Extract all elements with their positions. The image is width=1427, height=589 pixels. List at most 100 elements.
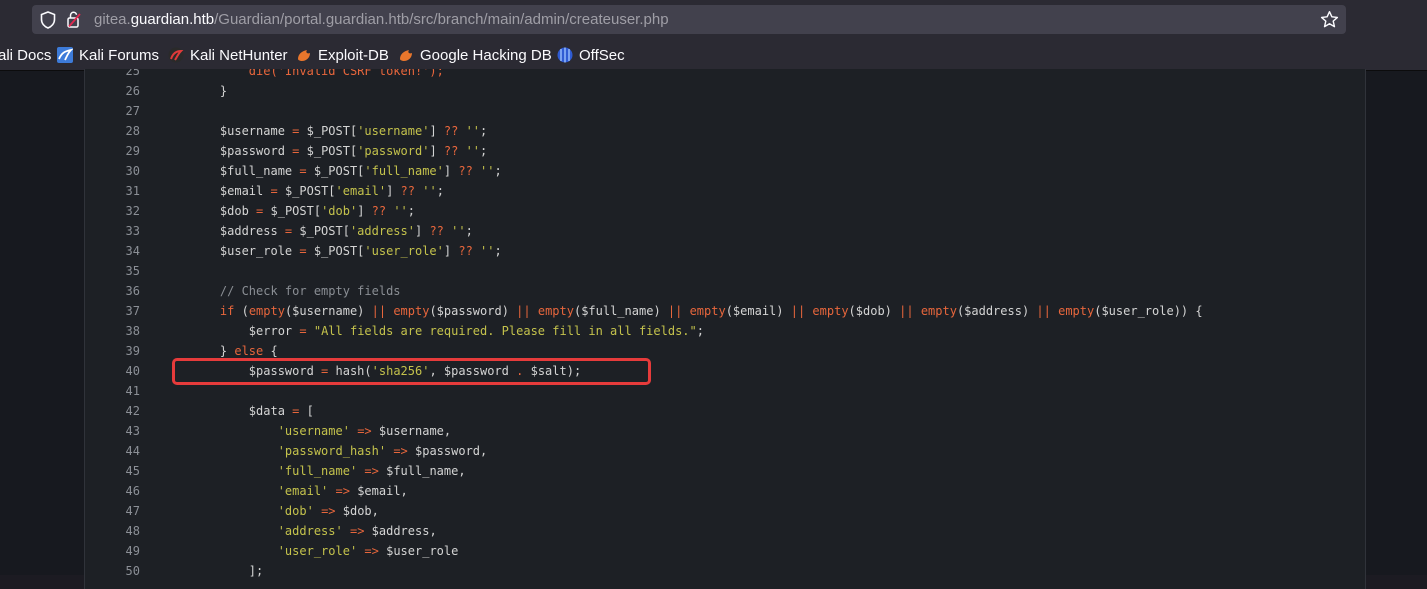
code-token: '' bbox=[480, 164, 495, 178]
code-token: $email, bbox=[349, 484, 408, 498]
code-text: } bbox=[191, 81, 227, 101]
line-number[interactable]: 35 bbox=[85, 261, 140, 281]
code-line: 26 } bbox=[85, 81, 1365, 101]
code-token: = bbox=[299, 244, 307, 258]
highlight-annotation bbox=[172, 358, 651, 385]
code-token: 'dob' bbox=[321, 204, 358, 218]
code-text: die('Invalid CSRF token!'); bbox=[191, 69, 444, 81]
shield-icon[interactable] bbox=[40, 11, 56, 29]
line-number[interactable]: 36 bbox=[85, 281, 140, 301]
code-token: '' bbox=[465, 124, 481, 138]
bookmark-kali-nethunter[interactable]: Kali NetHunter bbox=[168, 45, 288, 65]
code-text: $data = [ bbox=[191, 401, 314, 421]
code-token: || bbox=[667, 304, 683, 318]
line-number[interactable]: 34 bbox=[85, 241, 140, 261]
bookmark-kali-forums[interactable]: Kali Forums bbox=[57, 45, 159, 65]
line-number[interactable]: 29 bbox=[85, 141, 140, 161]
code-line: 48 'address' => $address, bbox=[85, 521, 1365, 541]
line-number[interactable]: 37 bbox=[85, 301, 140, 321]
code-line: 37 if (empty($username) || empty($passwo… bbox=[85, 301, 1365, 321]
code-token: die('Invalid CSRF token!'); bbox=[248, 69, 444, 78]
line-number[interactable]: 47 bbox=[85, 501, 140, 521]
line-number[interactable]: 41 bbox=[85, 381, 140, 401]
code-token: $username, bbox=[371, 424, 452, 438]
code-line: 38 $error = "All fields are required. Pl… bbox=[85, 321, 1365, 341]
code-token: $_POST[ bbox=[277, 184, 336, 198]
line-number[interactable]: 31 bbox=[85, 181, 140, 201]
code-token: => bbox=[335, 484, 350, 498]
line-number[interactable]: 33 bbox=[85, 221, 140, 241]
code-text: 'full_name' => $full_name, bbox=[191, 461, 466, 481]
line-number[interactable]: 26 bbox=[85, 81, 140, 101]
code-token: ?? bbox=[400, 184, 415, 198]
line-number[interactable]: 43 bbox=[85, 421, 140, 441]
url-domain: guardian.htb bbox=[130, 11, 215, 28]
code-token: => bbox=[364, 544, 379, 558]
code-token: ($dob) bbox=[848, 304, 900, 318]
bookmark-google-hacking-db[interactable]: Google Hacking DB bbox=[398, 45, 552, 65]
code-token: ?? bbox=[443, 144, 459, 158]
bookmark-kali-docs[interactable]: ali Docs bbox=[0, 45, 51, 65]
code-token: empty bbox=[689, 304, 726, 318]
url-text[interactable]: gitea.guardian.htb/Guardian/portal.guard… bbox=[94, 11, 669, 28]
code-line: 31 $email = $_POST['email'] ?? ''; bbox=[85, 181, 1365, 201]
code-token: ($user_role)) { bbox=[1094, 304, 1203, 318]
lock-warning-icon[interactable] bbox=[66, 11, 82, 28]
line-number[interactable]: 32 bbox=[85, 201, 140, 221]
code-token: 'user_role' bbox=[364, 244, 444, 258]
code-token: $dob bbox=[191, 204, 257, 218]
line-number[interactable]: 38 bbox=[85, 321, 140, 341]
code-line: 44 'password_hash' => $password, bbox=[85, 441, 1365, 461]
line-number[interactable]: 42 bbox=[85, 401, 140, 421]
code-token: => bbox=[349, 524, 365, 538]
line-number[interactable]: 28 bbox=[85, 121, 140, 141]
code-text: 'address' => $address, bbox=[191, 521, 437, 541]
code-line: 43 'username' => $username, bbox=[85, 421, 1365, 441]
code-line: 46 'email' => $email, bbox=[85, 481, 1365, 501]
code-token: = bbox=[270, 184, 278, 198]
code-token: '' bbox=[422, 184, 437, 198]
line-number[interactable]: 44 bbox=[85, 441, 140, 461]
code-token: || bbox=[790, 304, 806, 318]
line-number[interactable]: 27 bbox=[85, 101, 140, 121]
code-token: ; bbox=[480, 124, 488, 138]
code-token: 'password' bbox=[357, 144, 430, 158]
code-token: 'user_role' bbox=[277, 544, 358, 558]
bookmark-star-icon[interactable] bbox=[1320, 10, 1339, 29]
url-path: /Guardian/portal.guardian.htb/src/branch… bbox=[214, 11, 669, 28]
code-token: ?? bbox=[371, 204, 387, 218]
code-line: 47 'dob' => $dob, bbox=[85, 501, 1365, 521]
code-text: 'email' => $email, bbox=[191, 481, 408, 501]
code-token: ?? bbox=[443, 124, 459, 138]
code-token: ; bbox=[494, 164, 502, 178]
bookmark-offsec[interactable]: OffSec bbox=[557, 45, 625, 65]
line-number[interactable]: 30 bbox=[85, 161, 140, 181]
line-number[interactable]: 49 bbox=[85, 541, 140, 561]
code-token: '' bbox=[480, 244, 495, 258]
line-number[interactable]: 40 bbox=[85, 361, 140, 381]
line-number[interactable]: 39 bbox=[85, 341, 140, 361]
line-number[interactable]: 25 bbox=[85, 69, 140, 81]
code-line: 25 die('Invalid CSRF token!'); bbox=[85, 69, 1365, 81]
code-text: $user_role = $_POST['user_role'] ?? ''; bbox=[191, 241, 502, 261]
code-line: 32 $dob = $_POST['dob'] ?? ''; bbox=[85, 201, 1365, 221]
code-token: ?? bbox=[458, 164, 473, 178]
code-token: '' bbox=[393, 204, 408, 218]
bookmark-exploit-db[interactable]: Exploit-DB bbox=[296, 45, 389, 65]
code-token: $address bbox=[191, 224, 285, 238]
line-number[interactable]: 45 bbox=[85, 461, 140, 481]
line-number[interactable]: 50 bbox=[85, 561, 140, 581]
line-number[interactable]: 48 bbox=[85, 521, 140, 541]
line-number[interactable]: 46 bbox=[85, 481, 140, 501]
code-token: $password bbox=[191, 144, 293, 158]
